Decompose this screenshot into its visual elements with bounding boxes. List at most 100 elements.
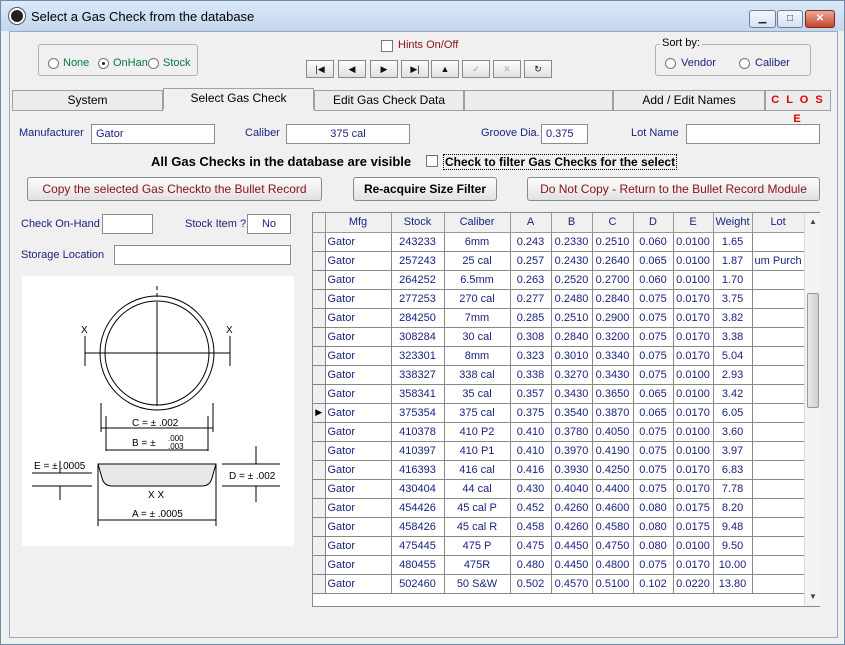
cell-lot[interactable]: [752, 422, 805, 442]
cell-caliber[interactable]: 6.5mm: [444, 270, 511, 290]
table-row[interactable]: Gator 257243 25 cal 0.257 0.2430 0.2640 0.065 0…: [313, 251, 805, 271]
cell-e[interactable]: 0.0175: [673, 517, 714, 537]
cell-a[interactable]: 0.308: [510, 327, 552, 347]
cell-c[interactable]: 0.3430: [592, 365, 634, 385]
cell-mfg[interactable]: Gator: [325, 441, 392, 461]
cell-weight[interactable]: 1.65: [713, 232, 753, 252]
cell-a[interactable]: 0.263: [510, 270, 552, 290]
cell-a[interactable]: 0.502: [510, 574, 552, 594]
cell-mfg[interactable]: Gator: [325, 327, 392, 347]
cell-mfg[interactable]: Gator: [325, 384, 392, 404]
cell-c[interactable]: 0.2640: [592, 251, 634, 271]
table-row[interactable]: Gator 284250 7mm 0.285 0.2510 0.2900 0.075 0.01…: [313, 308, 805, 328]
cell-a[interactable]: 0.416: [510, 460, 552, 480]
check-onhand-field[interactable]: [102, 214, 153, 234]
cell-c[interactable]: 0.2510: [592, 232, 634, 252]
cell-weight[interactable]: 6.05: [713, 403, 753, 423]
column-header-mfg[interactable]: Mfg: [325, 213, 392, 233]
cell-a[interactable]: 0.375: [510, 403, 552, 423]
cell-d[interactable]: 0.075: [633, 365, 674, 385]
cell-caliber[interactable]: 8mm: [444, 346, 511, 366]
cell-lot[interactable]: [752, 403, 805, 423]
nav-refresh-button[interactable]: ↻: [524, 60, 552, 78]
nav-cancel-button[interactable]: ✕: [493, 60, 521, 78]
row-selector[interactable]: [313, 327, 326, 347]
cell-e[interactable]: 0.0100: [673, 536, 714, 556]
cell-weight[interactable]: 1.70: [713, 270, 753, 290]
cell-weight[interactable]: 8.20: [713, 498, 753, 518]
cell-e[interactable]: 0.0100: [673, 441, 714, 461]
cell-weight[interactable]: 3.60: [713, 422, 753, 442]
cell-lot[interactable]: um Purch: [752, 251, 805, 271]
cell-a[interactable]: 0.475: [510, 536, 552, 556]
column-header-weight[interactable]: Weight: [713, 213, 753, 233]
cell-mfg[interactable]: Gator: [325, 536, 392, 556]
cell-d[interactable]: 0.065: [633, 251, 674, 271]
nav-first-button[interactable]: |◀: [306, 60, 334, 78]
row-selector[interactable]: ▶: [313, 403, 326, 423]
cell-stock[interactable]: 264252: [391, 270, 445, 290]
nav-confirm-button[interactable]: ✓: [462, 60, 490, 78]
cell-mfg[interactable]: Gator: [325, 232, 392, 252]
cell-d[interactable]: 0.080: [633, 536, 674, 556]
cell-a[interactable]: 0.410: [510, 422, 552, 442]
cell-stock[interactable]: 454426: [391, 498, 445, 518]
cell-e[interactable]: 0.0100: [673, 422, 714, 442]
radio-stock-label[interactable]: Stock: [163, 57, 191, 69]
cell-b[interactable]: 0.4450: [551, 536, 593, 556]
row-selector[interactable]: [313, 441, 326, 461]
cell-e[interactable]: 0.0220: [673, 574, 714, 594]
table-row[interactable]: Gator 502460 50 S&W 0.502 0.4570 0.5100 0.102 0…: [313, 574, 805, 594]
cell-e[interactable]: 0.0175: [673, 498, 714, 518]
cell-c[interactable]: 0.4050: [592, 422, 634, 442]
cell-d[interactable]: 0.075: [633, 289, 674, 309]
cell-c[interactable]: 0.4400: [592, 479, 634, 499]
cell-weight[interactable]: 5.04: [713, 346, 753, 366]
cell-mfg[interactable]: Gator: [325, 365, 392, 385]
cell-stock[interactable]: 243233: [391, 232, 445, 252]
cell-c[interactable]: 0.3870: [592, 403, 634, 423]
nav-prev-button[interactable]: ◀: [338, 60, 366, 78]
cell-e[interactable]: 0.0170: [673, 327, 714, 347]
cell-caliber[interactable]: 50 S&W: [444, 574, 511, 594]
groove-dia-field[interactable]: 0.375: [541, 124, 588, 144]
cell-caliber[interactable]: 7mm: [444, 308, 511, 328]
cell-b[interactable]: 0.3780: [551, 422, 593, 442]
cell-d[interactable]: 0.075: [633, 460, 674, 480]
column-header-b[interactable]: B: [551, 213, 593, 233]
title-bar[interactable]: Select a Gas Check from the database ▁ □…: [1, 1, 844, 31]
sort-caliber-label[interactable]: Caliber: [755, 57, 790, 69]
cell-lot[interactable]: [752, 365, 805, 385]
row-selector[interactable]: [313, 384, 326, 404]
cell-b[interactable]: 0.3430: [551, 384, 593, 404]
cell-b[interactable]: 0.4260: [551, 498, 593, 518]
cell-d[interactable]: 0.065: [633, 403, 674, 423]
cell-mfg[interactable]: Gator: [325, 460, 392, 480]
cell-mfg[interactable]: Gator: [325, 251, 392, 271]
cell-b[interactable]: 0.2840: [551, 327, 593, 347]
cell-b[interactable]: 0.3540: [551, 403, 593, 423]
cell-stock[interactable]: 308284: [391, 327, 445, 347]
radio-onhand[interactable]: [98, 58, 109, 69]
cell-c[interactable]: 0.3340: [592, 346, 634, 366]
table-row[interactable]: Gator 323301 8mm 0.323 0.3010 0.3340 0.075 0.01…: [313, 346, 805, 366]
cell-c[interactable]: 0.4600: [592, 498, 634, 518]
cell-d[interactable]: 0.065: [633, 384, 674, 404]
cell-stock[interactable]: 375354: [391, 403, 445, 423]
table-row[interactable]: Gator 430404 44 cal 0.430 0.4040 0.4400 0.075 0…: [313, 479, 805, 499]
cell-e[interactable]: 0.0170: [673, 403, 714, 423]
cell-caliber[interactable]: 30 cal: [444, 327, 511, 347]
cell-c[interactable]: 0.5100: [592, 574, 634, 594]
tab-close[interactable]: C L O S E: [765, 90, 831, 125]
cell-caliber[interactable]: 475 P: [444, 536, 511, 556]
cell-mfg[interactable]: Gator: [325, 308, 392, 328]
cell-lot[interactable]: [752, 289, 805, 309]
lot-name-field[interactable]: [686, 124, 820, 144]
cell-stock[interactable]: 277253: [391, 289, 445, 309]
cell-e[interactable]: 0.0100: [673, 232, 714, 252]
cell-weight[interactable]: 6.83: [713, 460, 753, 480]
cell-weight[interactable]: 3.97: [713, 441, 753, 461]
cell-stock[interactable]: 480455: [391, 555, 445, 575]
cell-weight[interactable]: 10.00: [713, 555, 753, 575]
cell-d[interactable]: 0.075: [633, 555, 674, 575]
